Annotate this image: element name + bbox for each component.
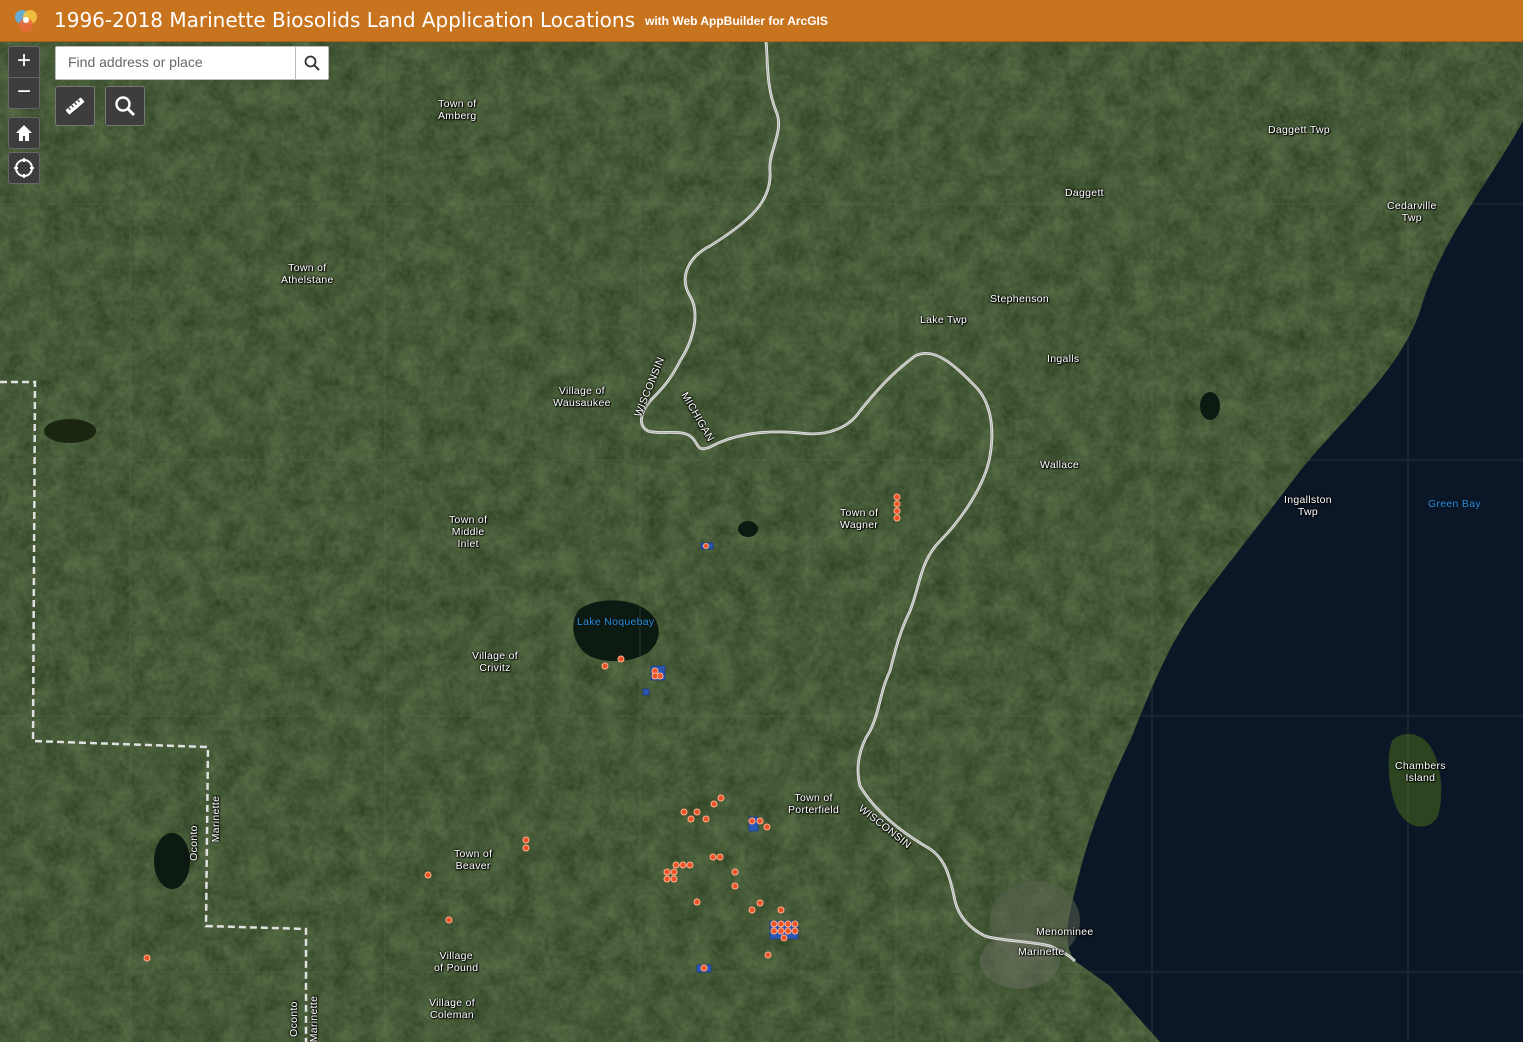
- county-label: Oconto: [187, 825, 200, 861]
- place-label: Town of Athelstane: [281, 262, 334, 286]
- zoom-in-button[interactable]: +: [9, 47, 39, 78]
- place-label: Village of Wausaukee: [553, 385, 611, 409]
- place-label: Wallace: [1040, 459, 1080, 471]
- place-label: Town of Wagner: [840, 507, 879, 531]
- locate-icon: [14, 158, 34, 178]
- place-label: Ingalls: [1047, 353, 1080, 365]
- place-label: Daggett: [1065, 187, 1104, 199]
- place-label: Stephenson: [990, 293, 1050, 305]
- county-label: Oconto: [287, 1001, 300, 1037]
- measure-icon: [65, 97, 85, 115]
- zoom-out-button[interactable]: −: [9, 78, 39, 108]
- application-sites-layer: [143, 493, 901, 973]
- place-label: Chambers Island: [1395, 760, 1446, 784]
- place-label: Cedarville Twp: [1387, 200, 1437, 224]
- measure-button[interactable]: [55, 86, 95, 126]
- site-parcel: [642, 688, 650, 696]
- search-icon: [115, 96, 135, 116]
- home-icon: [16, 125, 32, 141]
- place-label: Village of Pound: [434, 950, 479, 974]
- place-label: Ingallston Twp: [1284, 494, 1332, 518]
- app-title: 1996-2018 Marinette Biosolids Land Appli…: [54, 8, 635, 32]
- county-label: Marinette: [308, 995, 321, 1042]
- place-label: Town of Amberg: [438, 98, 477, 122]
- place-label: Daggett Twp: [1268, 124, 1331, 136]
- place-label: Village of Crivitz: [472, 650, 519, 674]
- home-button[interactable]: [8, 117, 40, 149]
- search-input[interactable]: [56, 47, 306, 77]
- place-label: Village of Coleman: [429, 997, 476, 1021]
- water-label: Green Bay: [1428, 498, 1481, 510]
- search-widget: [55, 46, 329, 80]
- place-label: Town of Porterfield: [788, 792, 840, 816]
- map-view[interactable]: Town of Amberg Daggett Twp Daggett Cedar…: [0, 41, 1523, 1042]
- place-label: Lake Twp: [920, 314, 968, 326]
- app-subtitle: with Web AppBuilder for ArcGIS: [645, 14, 828, 28]
- zoom-control: + −: [8, 46, 40, 109]
- search-submit-button[interactable]: [295, 47, 328, 79]
- search-icon: [304, 55, 320, 71]
- app-logo-icon: [15, 10, 37, 32]
- place-label: Town of Beaver: [454, 848, 493, 872]
- county-label: Marinette: [210, 795, 223, 843]
- place-label: Town of Middle Inlet: [449, 514, 488, 550]
- water-label: Lake Noquebay: [577, 616, 655, 628]
- my-location-button[interactable]: [8, 152, 40, 184]
- place-label: Menominee: [1036, 926, 1094, 938]
- place-label: Marinette: [1018, 946, 1065, 958]
- app-header: 1996-2018 Marinette Biosolids Land Appli…: [0, 0, 1523, 42]
- query-button[interactable]: [105, 86, 145, 126]
